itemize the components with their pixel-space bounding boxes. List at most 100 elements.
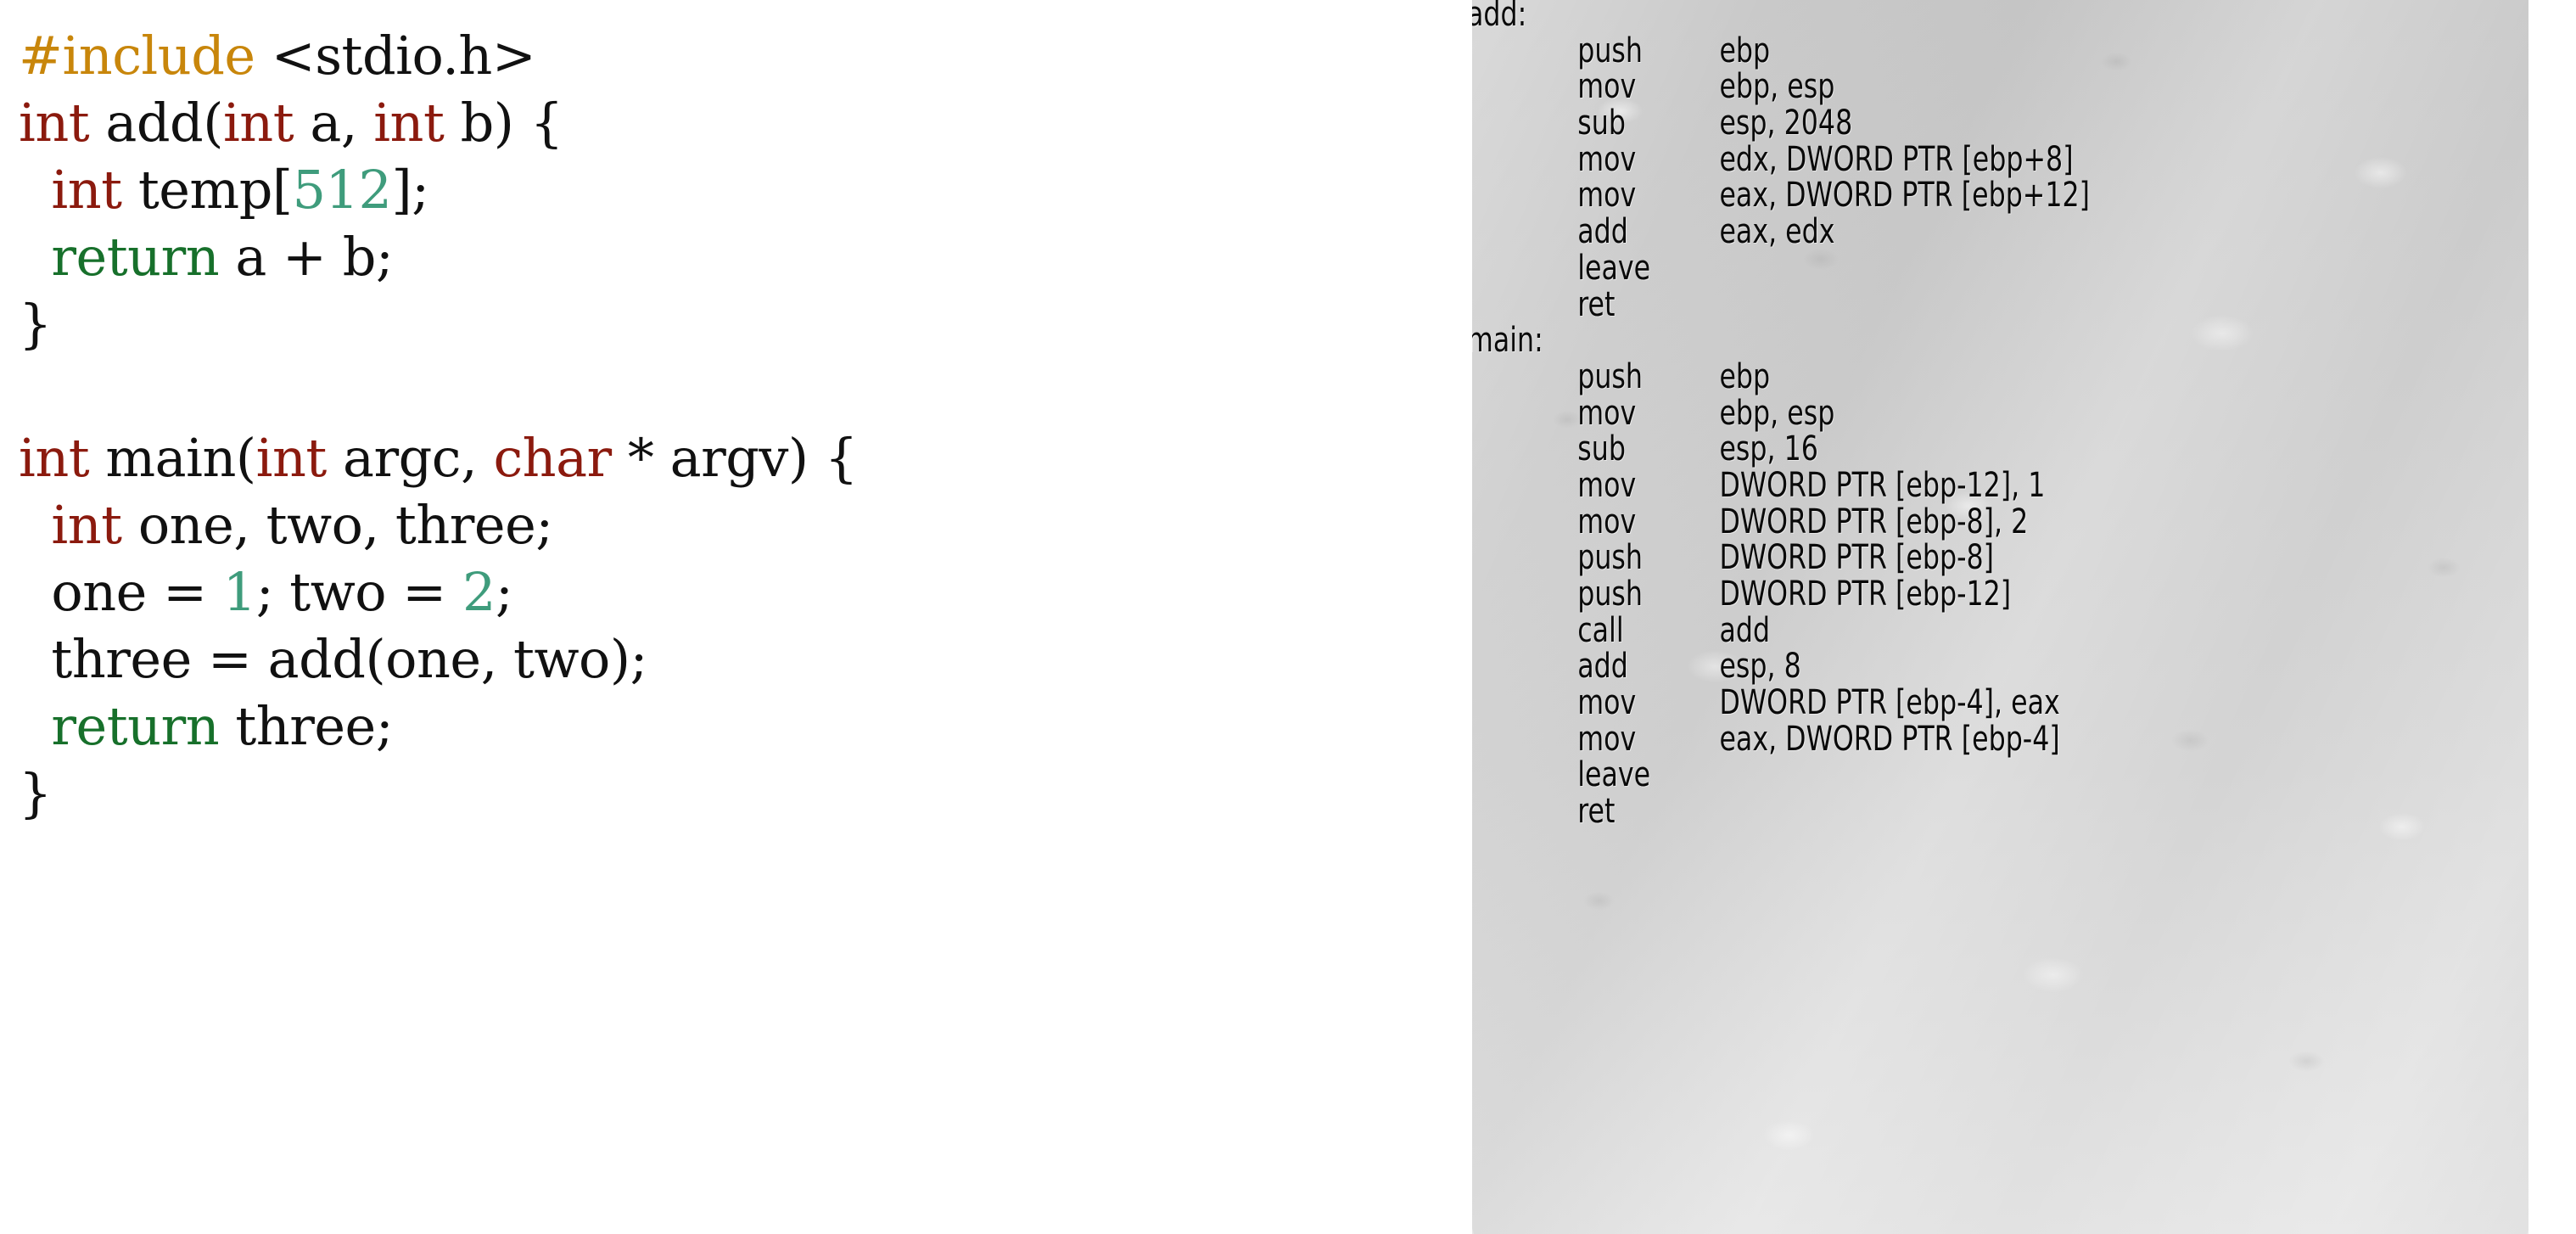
line-main-decls: int one, two, three; bbox=[19, 491, 1472, 558]
code-token-pre: #include bbox=[19, 25, 255, 87]
code-token-plain: three = add(one, two); bbox=[19, 628, 647, 690]
assembly-mnemonic: mov bbox=[1577, 502, 1637, 541]
line-add-close: } bbox=[19, 290, 1472, 357]
line-main-call: three = add(one, two); bbox=[19, 625, 1472, 693]
assembly-instruction-row: ret bbox=[1472, 284, 2090, 324]
code-token-plain: ; bbox=[495, 561, 513, 623]
assembly-operands: DWORD PTR [ebp-12] bbox=[1719, 575, 2012, 614]
code-token-plain: <stdio.h> bbox=[255, 25, 536, 87]
assembly-instruction-row: ret bbox=[1472, 794, 2090, 830]
line-main-close: } bbox=[19, 760, 1472, 827]
line-main-return: return three; bbox=[19, 693, 1472, 760]
assembly-label-text: add: bbox=[1472, 0, 1527, 34]
assembly-mnemonic: mov bbox=[1577, 719, 1637, 759]
code-token-plain: argc, bbox=[326, 427, 494, 489]
assembly-instruction-row: mov eax, DWORD PTR [ebp-4] bbox=[1472, 721, 2090, 758]
code-token-type: int bbox=[19, 92, 90, 154]
assembly-operands: DWORD PTR [ebp-8] bbox=[1719, 538, 1995, 578]
assembly-operands: esp, 16 bbox=[1719, 429, 1818, 469]
code-token-type: int bbox=[255, 427, 328, 489]
code-token-kw: return bbox=[51, 695, 220, 757]
assembly-code-block: add: push ebp mov ebp, esp sub esp, 2048 mov edx… bbox=[1472, 0, 2090, 830]
assembly-instruction-row: add esp, 8 bbox=[1472, 648, 2090, 685]
code-token-plain: b) { bbox=[444, 92, 564, 154]
assembly-mnemonic: add bbox=[1577, 647, 1628, 687]
assembly-mnemonic: mov bbox=[1577, 67, 1637, 107]
code-token-plain: one = bbox=[19, 561, 223, 623]
assembly-instruction-row: mov edx, DWORD PTR [ebp+8] bbox=[1472, 139, 2090, 179]
assembly-operands: edx, DWORD PTR [ebp+8] bbox=[1719, 139, 2074, 179]
assembly-operands: DWORD PTR [ebp-4], eax bbox=[1719, 683, 2060, 723]
c-source-panel: #include <stdio.h> int add(int a, int b) … bbox=[0, 0, 1472, 1234]
assembly-mnemonic: mov bbox=[1577, 139, 1637, 179]
code-token-plain: a, bbox=[294, 92, 374, 154]
assembly-instruction-row: mov ebp, esp bbox=[1472, 69, 2090, 105]
assembly-listing-panel: add: push ebp mov ebp, esp sub esp, 2048 mov edx… bbox=[1472, 0, 2528, 1234]
assembly-operands: ebp, esp bbox=[1719, 67, 1835, 107]
code-token-type: char bbox=[493, 427, 612, 489]
assembly-instruction-row: push ebp bbox=[1472, 31, 2090, 70]
assembly-mnemonic: mov bbox=[1577, 393, 1637, 433]
assembly-operands: eax, edx bbox=[1719, 212, 1835, 252]
assembly-operands: esp, 8 bbox=[1719, 647, 1801, 687]
c-source-code-block: #include <stdio.h> int add(int a, int b) … bbox=[19, 22, 1472, 827]
assembly-label: add: bbox=[1472, 0, 2090, 33]
code-token-plain: three; bbox=[219, 695, 394, 757]
assembly-instruction-row: leave bbox=[1472, 757, 2090, 794]
code-token-plain: add( bbox=[89, 92, 223, 154]
assembly-instruction-row: sub esp, 16 bbox=[1472, 431, 2090, 468]
code-token-type: int bbox=[51, 494, 122, 556]
assembly-instruction-row: mov DWORD PTR [ebp-4], eax bbox=[1472, 685, 2090, 721]
code-token-num: 512 bbox=[292, 159, 392, 221]
assembly-operands: DWORD PTR [ebp-8], 2 bbox=[1719, 502, 2029, 541]
assembly-mnemonic: push bbox=[1577, 575, 1644, 614]
code-token-kw: return bbox=[51, 226, 220, 288]
assembly-label-text: main: bbox=[1472, 321, 1543, 361]
assembly-mnemonic: push bbox=[1577, 356, 1644, 396]
assembly-instruction-row: mov DWORD PTR [ebp-12], 1 bbox=[1472, 468, 2090, 504]
slide-root: #include <stdio.h> int add(int a, int b) … bbox=[0, 0, 2576, 1234]
assembly-instruction-row: push DWORD PTR [ebp-12] bbox=[1472, 576, 2090, 613]
code-token-num: 1 bbox=[222, 561, 256, 623]
assembly-instruction-row: mov DWORD PTR [ebp-8], 2 bbox=[1472, 502, 2090, 541]
assembly-label: main: bbox=[1472, 323, 2090, 359]
assembly-operands: esp, 2048 bbox=[1719, 104, 1853, 143]
line-temp-decl: int temp[512]; bbox=[19, 156, 1472, 223]
assembly-instruction-row: mov eax, DWORD PTR [ebp+12] bbox=[1472, 177, 2090, 214]
code-token-plain: temp[ bbox=[121, 159, 293, 221]
line-main-assign: one = 1; two = 2; bbox=[19, 558, 1472, 625]
assembly-operands: ebp, esp bbox=[1719, 393, 1835, 433]
assembly-instruction-row: add eax, edx bbox=[1472, 214, 2090, 250]
code-token-plain: one, two, three; bbox=[121, 494, 553, 556]
code-token-plain: main( bbox=[89, 427, 256, 489]
assembly-mnemonic: push bbox=[1577, 31, 1644, 70]
line-add-signature: int add(int a, int b) { bbox=[19, 89, 1472, 156]
assembly-mnemonic: sub bbox=[1577, 104, 1626, 143]
assembly-instruction-row: push DWORD PTR [ebp-8] bbox=[1472, 540, 2090, 576]
assembly-operands: add bbox=[1719, 610, 1771, 650]
assembly-mnemonic: ret bbox=[1577, 792, 1616, 832]
assembly-mnemonic: push bbox=[1577, 538, 1644, 578]
line-main-signature: int main(int argc, char * argv) { bbox=[19, 424, 1472, 491]
code-token-type: int bbox=[51, 159, 122, 221]
assembly-mnemonic: sub bbox=[1577, 429, 1626, 469]
code-token-plain: ; two = bbox=[255, 561, 462, 623]
assembly-mnemonic: add bbox=[1577, 212, 1628, 252]
assembly-operands: DWORD PTR [ebp-12], 1 bbox=[1719, 465, 2046, 505]
assembly-operands: eax, DWORD PTR [ebp+12] bbox=[1719, 176, 2090, 216]
code-token-plain: } bbox=[19, 762, 52, 824]
assembly-mnemonic: ret bbox=[1577, 284, 1616, 324]
assembly-operands: ebp bbox=[1719, 356, 1771, 396]
code-token-plain: a + b; bbox=[219, 226, 394, 288]
assembly-instruction-row: sub esp, 2048 bbox=[1472, 105, 2090, 142]
code-token-plain: } bbox=[19, 293, 52, 355]
assembly-mnemonic: mov bbox=[1577, 683, 1637, 723]
assembly-instruction-row: mov ebp, esp bbox=[1472, 395, 2090, 432]
line-add-return: return a + b; bbox=[19, 223, 1472, 290]
assembly-mnemonic: leave bbox=[1577, 755, 1651, 795]
assembly-mnemonic: mov bbox=[1577, 176, 1637, 216]
